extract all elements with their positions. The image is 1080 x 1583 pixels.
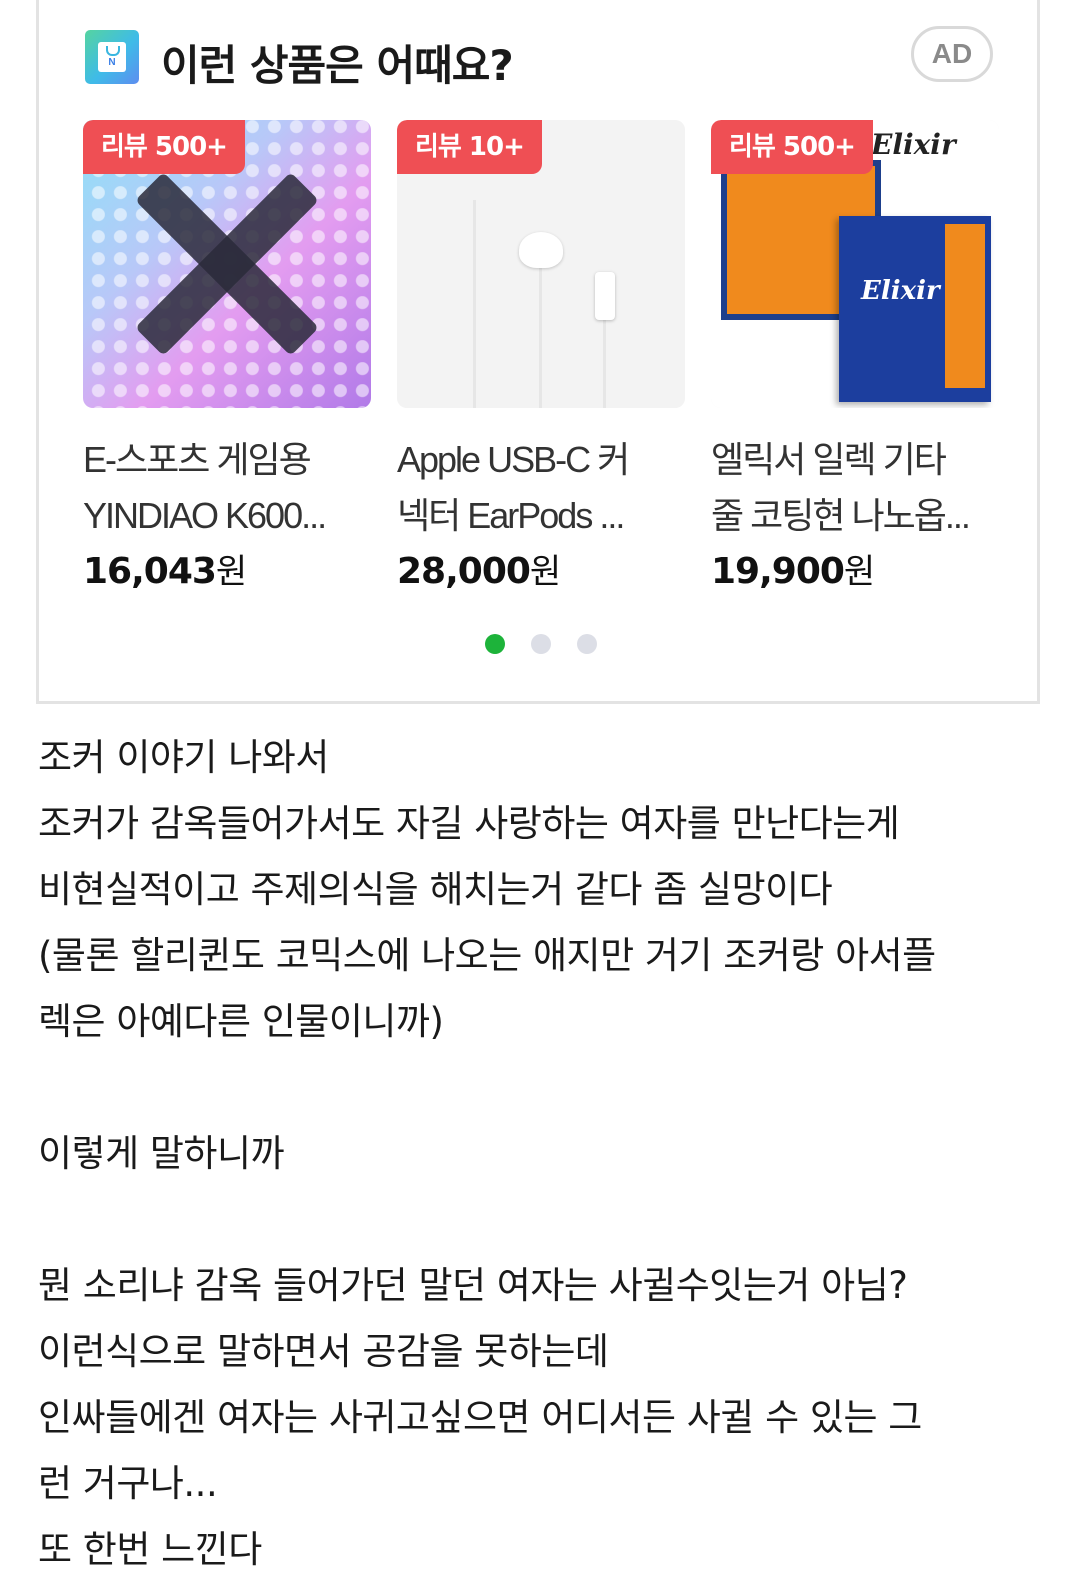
product-name-line: 엘릭서 일렉 기타 [711,439,947,480]
carousel-dot-1[interactable] [485,634,505,654]
product-image[interactable]: Elixir Elixir 리뷰 500+ [711,120,999,408]
post-line: 런 거구나... [38,1462,218,1505]
post-line: (물론 할리퀸도 코믹스에 나오는 애지만 거기 조커랑 아서플 [38,934,936,977]
review-count-badge: 리뷰 500+ [83,120,245,174]
ad-recommendation-box: N 이런 상품은 어때요? AD 리뷰 500+ E-스포츠 게임용 YINDI… [36,0,1040,704]
post-line: 이런식으로 말하면서 공감을 못하는데 [38,1330,609,1373]
product-card-earpods[interactable]: 리뷰 10+ Apple USB-C 커 넥터 EarPods ... 28,0… [397,120,685,593]
brand-logo: Elixir [871,128,956,161]
price-currency: 원 [843,552,875,592]
price-currency: 원 [529,552,561,592]
carousel-pagination [39,634,1043,658]
ad-badge[interactable]: AD [911,26,993,82]
product-name[interactable]: 엘릭서 일렉 기타 줄 코팅현 나노옵... [711,432,999,544]
post-line: 인싸들에겐 여자는 사귀고싶으면 어디서든 사귈 수 있는 그 [38,1396,922,1439]
product-price: 28,000원 [397,544,685,593]
product-name[interactable]: E-스포츠 게임용 YINDIAO K600... [83,432,371,544]
post-line: 조커가 감옥들어가서도 자길 사랑하는 여자를 만난다는게 [38,802,900,845]
carousel-dot-3[interactable] [577,634,597,654]
price-value: 16,043 [83,551,217,592]
shopping-bag-icon: N [85,30,139,84]
ad-header: N 이런 상품은 어때요? AD [83,26,1003,90]
product-name-line: YINDIAO K600... [83,495,327,536]
product-name-line: 넥터 EarPods ... [397,495,625,536]
product-name-line: Apple USB-C 커 [397,439,630,480]
post-line: 또 한번 느낀다 [38,1528,262,1571]
product-name[interactable]: Apple USB-C 커 넥터 EarPods ... [397,432,685,544]
review-count-badge: 리뷰 10+ [397,120,542,174]
post-body: 조커 이야기 나와서 조커가 감옥들어가서도 자길 사랑하는 여자를 만난다는게… [38,725,1048,1583]
price-value: 19,900 [711,551,845,592]
carousel-dot-2[interactable] [531,634,551,654]
price-currency: 원 [215,552,247,592]
product-card-guitar-strings[interactable]: Elixir Elixir 리뷰 500+ 엘릭서 일렉 기타 줄 코팅현 나노… [711,120,999,593]
review-count-badge: 리뷰 500+ [711,120,873,174]
product-name-line: E-스포츠 게임용 [83,439,312,480]
product-image[interactable]: 리뷰 10+ [397,120,685,408]
ad-title: 이런 상품은 어때요? [161,41,514,90]
price-value: 28,000 [397,551,531,592]
product-card-keyboard[interactable]: 리뷰 500+ E-스포츠 게임용 YINDIAO K600... 16,043… [83,120,371,593]
post-line: 조커 이야기 나와서 [38,736,329,779]
post-line: 이렇게 말하니까 [38,1132,285,1175]
product-price: 19,900원 [711,544,999,593]
post-line: 비현실적이고 주제의식을 해치는거 같다 좀 실망이다 [38,868,833,911]
product-price: 16,043원 [83,544,371,593]
product-image[interactable]: 리뷰 500+ [83,120,371,408]
post-line: 렉은 아예다른 인물이니까) [38,1000,444,1043]
product-name-line: 줄 코팅현 나노옵... [711,495,971,536]
post-line: 뭔 소리냐 감옥 들어가던 말던 여자는 사귈수잇는거 아님? [38,1264,908,1307]
